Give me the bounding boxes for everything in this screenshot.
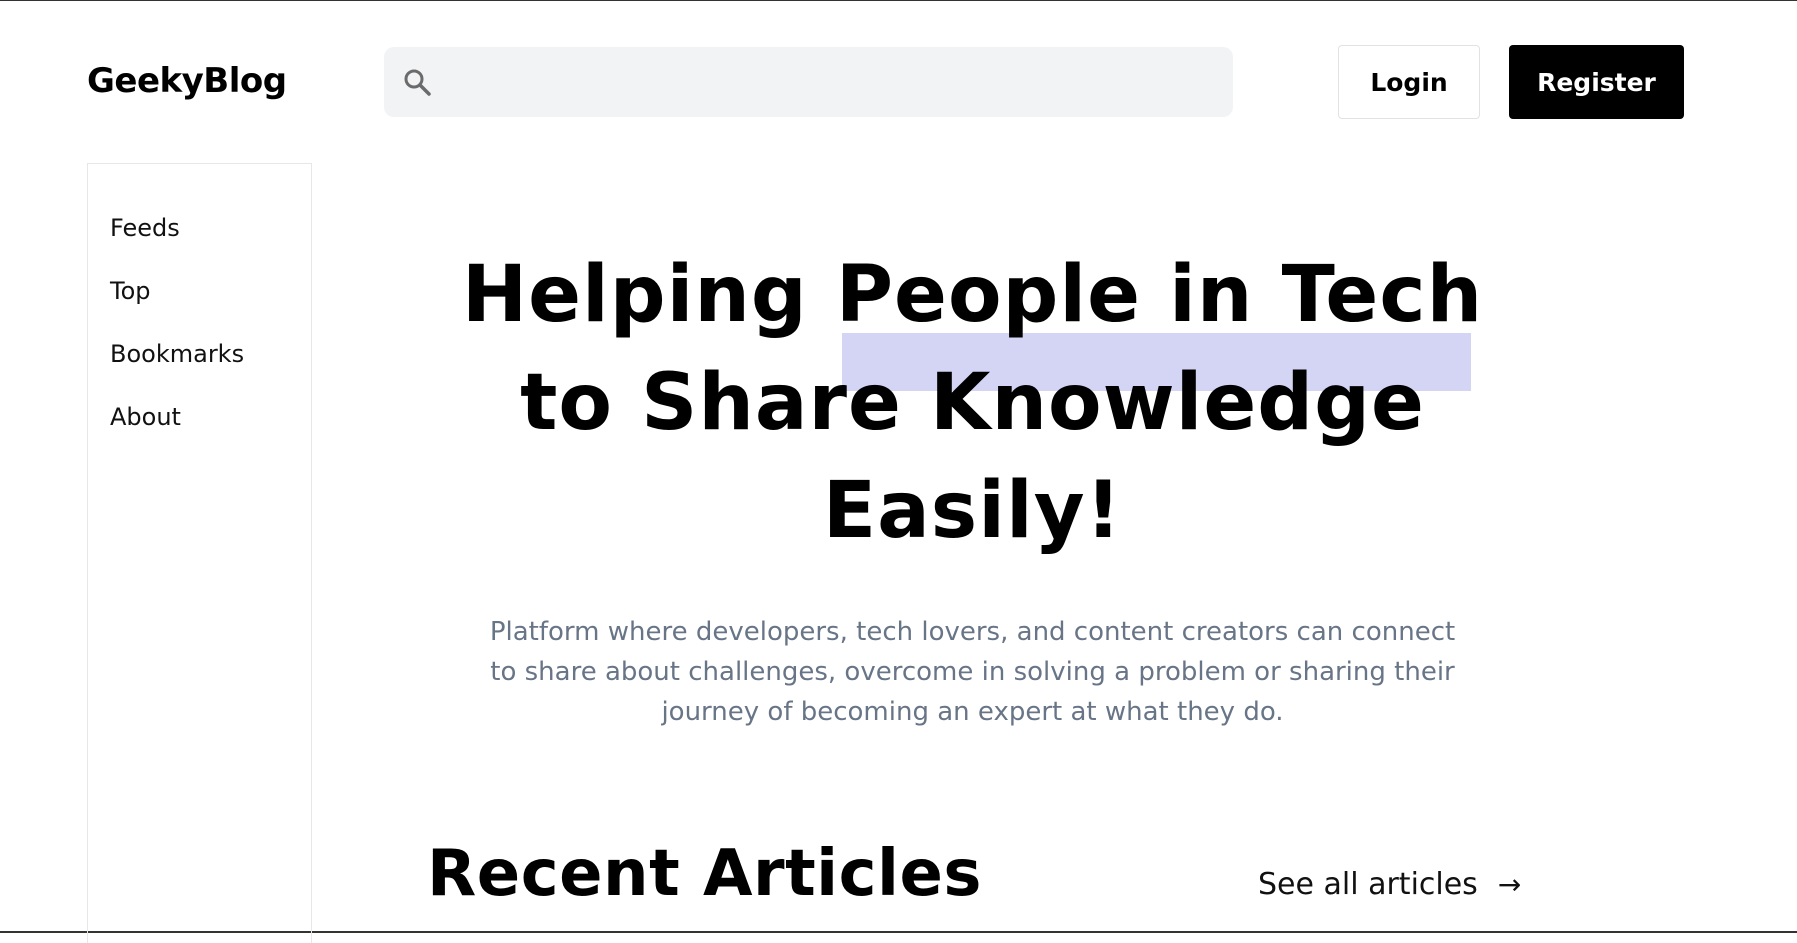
sidebar-item-top[interactable]: Top xyxy=(110,277,151,305)
hero-subtitle-line-3: journey of becoming an expert at what th… xyxy=(661,697,1284,727)
hero-title-line-2: to Share Knowledge xyxy=(520,358,1425,448)
hero-subtitle: Platform where developers, tech lovers, … xyxy=(470,612,1475,732)
sidebar-item-feeds[interactable]: Feeds xyxy=(110,214,180,242)
search-input[interactable] xyxy=(446,46,1233,118)
see-all-articles-label: See all articles xyxy=(1258,867,1478,902)
sidebar-nav: Feeds Top Bookmarks About xyxy=(87,163,312,943)
hero-subtitle-line-1: Platform where developers, tech lovers, … xyxy=(489,617,1456,647)
recent-articles-heading: Recent Articles xyxy=(427,837,982,911)
register-button[interactable]: Register xyxy=(1509,45,1684,119)
hero-title: Helping People in Tech to Share Knowledg… xyxy=(430,241,1515,565)
hero-title-line-3: Easily! xyxy=(822,466,1123,556)
login-button[interactable]: Login xyxy=(1338,45,1480,119)
arrow-right-icon: → xyxy=(1497,868,1522,901)
site-logo[interactable]: GeekyBlog xyxy=(87,61,287,101)
sidebar-item-about[interactable]: About xyxy=(110,403,181,431)
see-all-articles-link[interactable]: See all articles → xyxy=(1258,867,1521,902)
hero-title-line-1: Helping People in Tech xyxy=(461,250,1484,340)
sidebar-item-bookmarks[interactable]: Bookmarks xyxy=(110,340,244,368)
search-bar[interactable] xyxy=(384,46,1233,118)
hero-subtitle-line-2: to share about challenges, overcome in s… xyxy=(490,657,1455,687)
search-icon xyxy=(402,67,432,97)
